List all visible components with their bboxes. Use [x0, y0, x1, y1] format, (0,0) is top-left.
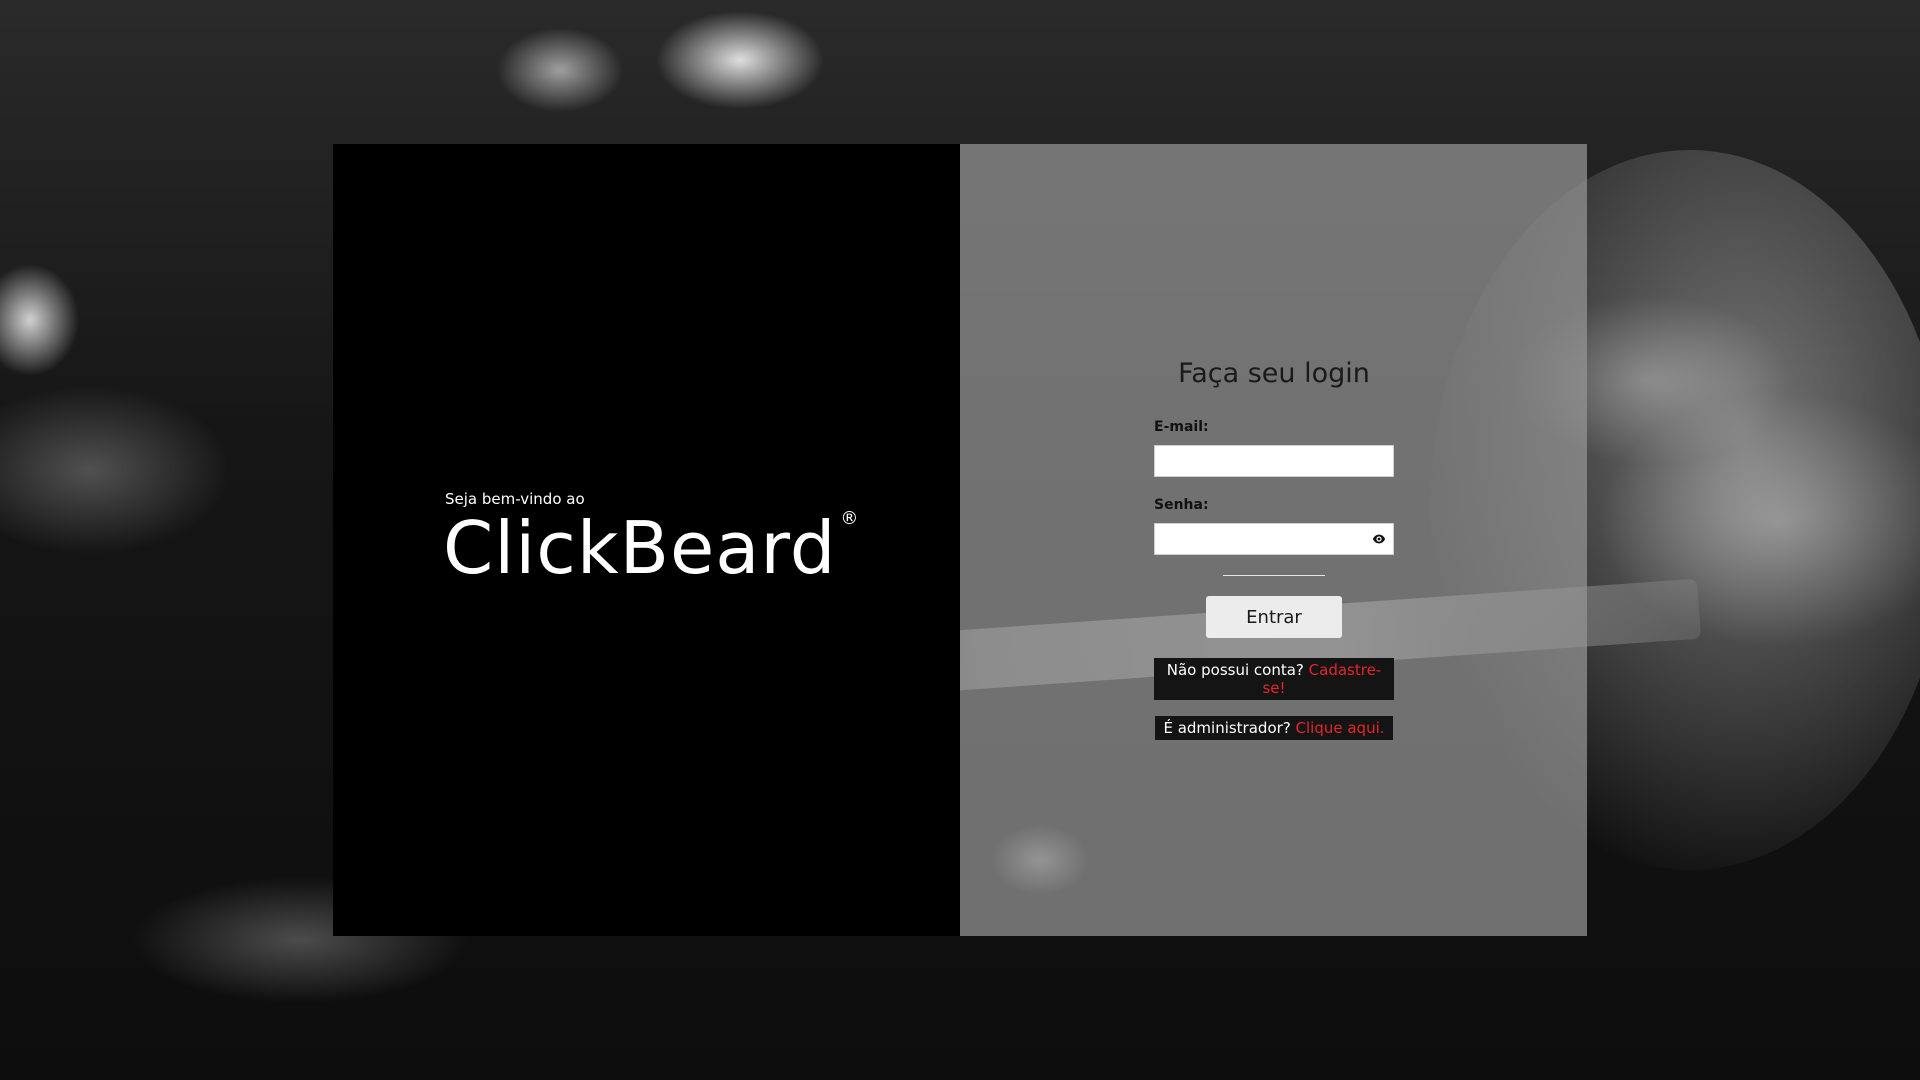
admin-link[interactable]: Clique aqui. [1296, 719, 1385, 737]
email-label: E-mail: [1154, 419, 1209, 435]
password-label: Senha: [1154, 497, 1209, 513]
login-button[interactable]: Entrar [1206, 596, 1342, 638]
signup-row: Não possui conta? Cadastre-se! [1154, 658, 1394, 700]
signup-box: Não possui conta? Cadastre-se! [1154, 658, 1394, 700]
login-card: Seja bem-vindo ao ClickBeard ® Faça seu l… [333, 144, 1587, 936]
eye-icon[interactable] [1372, 532, 1386, 546]
form-divider [1223, 575, 1325, 576]
email-field[interactable] [1154, 445, 1394, 477]
login-panel: Faça seu login E-mail: Senha: Entrar Não… [960, 144, 1587, 936]
login-title: Faça seu login [1178, 358, 1370, 389]
login-form: Faça seu login E-mail: Senha: Entrar Não… [1154, 358, 1394, 756]
admin-row: É administrador? Clique aqui. [1154, 716, 1394, 740]
welcome-panel: Seja bem-vindo ao ClickBeard ® [333, 144, 960, 936]
registered-mark: ® [840, 508, 859, 529]
password-wrapper [1154, 523, 1394, 555]
brand-logo: ClickBeard [443, 506, 837, 590]
admin-prefix: É administrador? [1163, 719, 1291, 737]
welcome-block: Seja bem-vindo ao ClickBeard ® [443, 490, 858, 584]
password-field[interactable] [1154, 523, 1394, 555]
signup-prefix: Não possui conta? [1166, 661, 1304, 679]
admin-box: É administrador? Clique aqui. [1155, 716, 1393, 740]
